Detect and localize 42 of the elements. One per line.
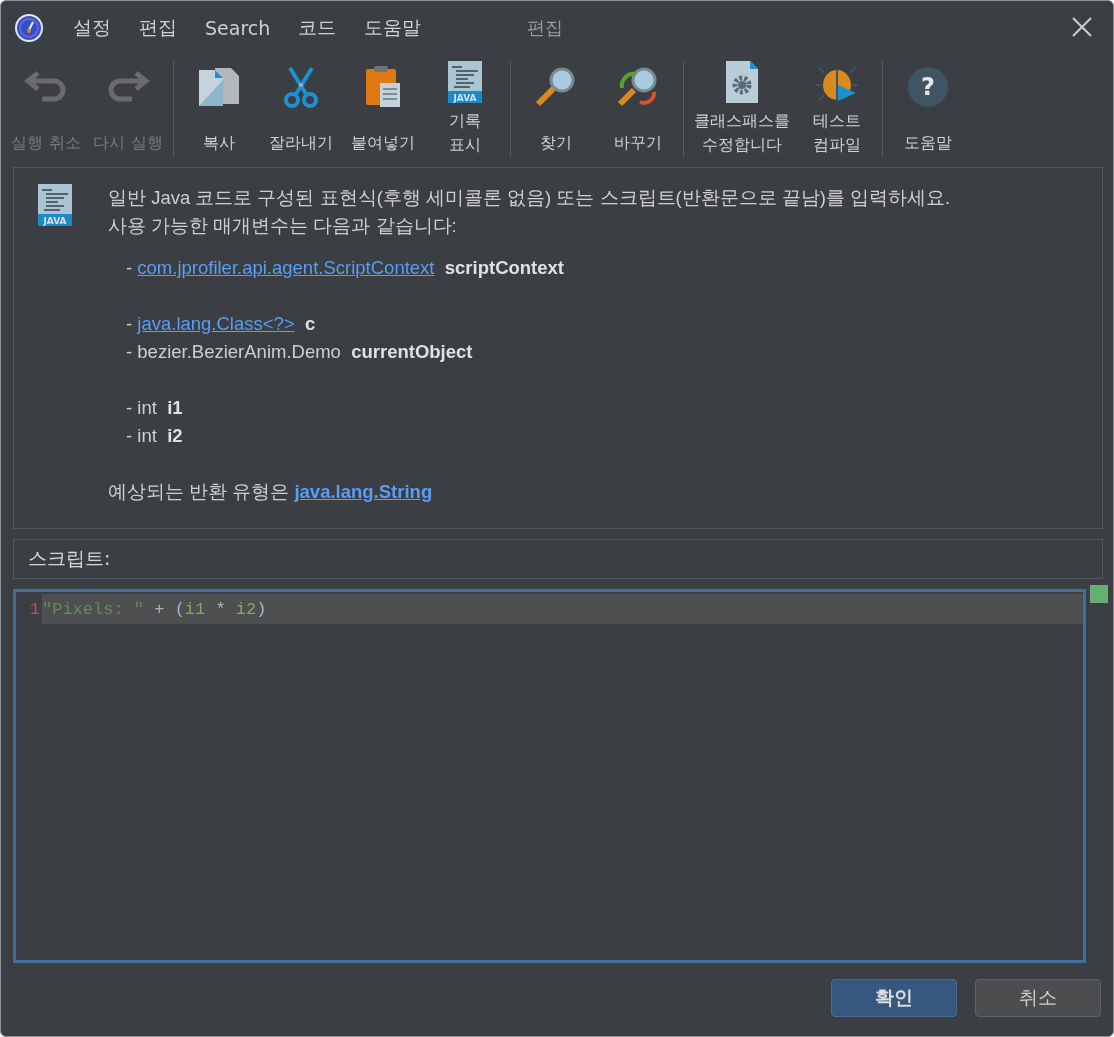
line-number: 1 <box>16 594 42 624</box>
redo-arrow-icon <box>106 69 150 105</box>
java-file-icon: JAVA <box>448 61 482 103</box>
type-link[interactable]: java.lang.Class<?> <box>137 313 295 334</box>
copy-documents-icon <box>197 66 241 108</box>
type-link[interactable]: com.jprofiler.api.agent.ScriptContext <box>137 257 435 278</box>
menu-item[interactable]: 설정 <box>73 15 111 41</box>
parameter-line: - java.lang.Class<?> c <box>126 312 317 336</box>
script-label: 스크립트: <box>28 546 111 571</box>
toolbar-button[interactable]: 붙여넣기 <box>342 61 424 157</box>
code-line: "Pixels: " + (i1 * i2) <box>42 599 267 619</box>
toolbar-button[interactable]: 바꾸기 <box>597 61 679 157</box>
menu-item[interactable]: Search <box>205 17 271 39</box>
toolbar-button[interactable]: 찾기 <box>515 61 597 157</box>
cancel-button[interactable]: 취소 <box>975 979 1101 1017</box>
code-editor[interactable]: 1"Pixels: " + (i1 * i2) <box>13 589 1086 963</box>
menu-item[interactable]: 코드 <box>298 15 337 41</box>
ok-button[interactable]: 확인 <box>831 979 957 1017</box>
undo-arrow-icon <box>24 69 68 105</box>
description-text: 일반 Java 코드로 구성된 표현식(후행 세미콜론 없음) 또는 스크립트(반환문으로 끝남)를 입력하세요. 사용 가능한 매개변수는 다음과 같습니다: <box>108 186 951 238</box>
toolbar-button[interactable]: 복사 <box>178 61 260 157</box>
return-type-text: 예상되는 반환 유형은 java.lang.String <box>108 480 434 504</box>
toolbar-button[interactable]: 클래스패스를 수정합니다 <box>688 61 796 157</box>
menu-item[interactable]: 도움말 <box>364 15 422 41</box>
help-icon: ? <box>907 66 949 108</box>
window-title: 편집 <box>527 16 565 40</box>
parameter-line: - int i2 <box>126 424 184 448</box>
toolbar-button[interactable]: JAVA 기록 표시 <box>424 61 506 157</box>
parameter-line: - com.jprofiler.api.agent.ScriptContext scriptContext <box>126 256 566 280</box>
java-file-icon: JAVA <box>38 184 72 226</box>
scissors-icon <box>282 66 320 108</box>
type-link[interactable]: java.lang.String <box>294 481 433 502</box>
toolbar-button[interactable]: 테스트 컴파일 <box>796 61 878 157</box>
gear-file-icon <box>726 61 758 103</box>
toolbar-button[interactable]: 잘라내기 <box>260 61 342 157</box>
clipboard-icon <box>364 65 402 109</box>
status-indicator-icon <box>1090 585 1108 603</box>
toolbar-button[interactable]: ? 도움말 <box>887 61 969 157</box>
menu-item[interactable]: 편집 <box>139 15 177 41</box>
gauge-app-icon <box>15 14 43 42</box>
parameter-line: - bezier.BezierAnim.Demo currentObject <box>126 340 474 364</box>
parameter-line: - int i1 <box>126 396 184 420</box>
